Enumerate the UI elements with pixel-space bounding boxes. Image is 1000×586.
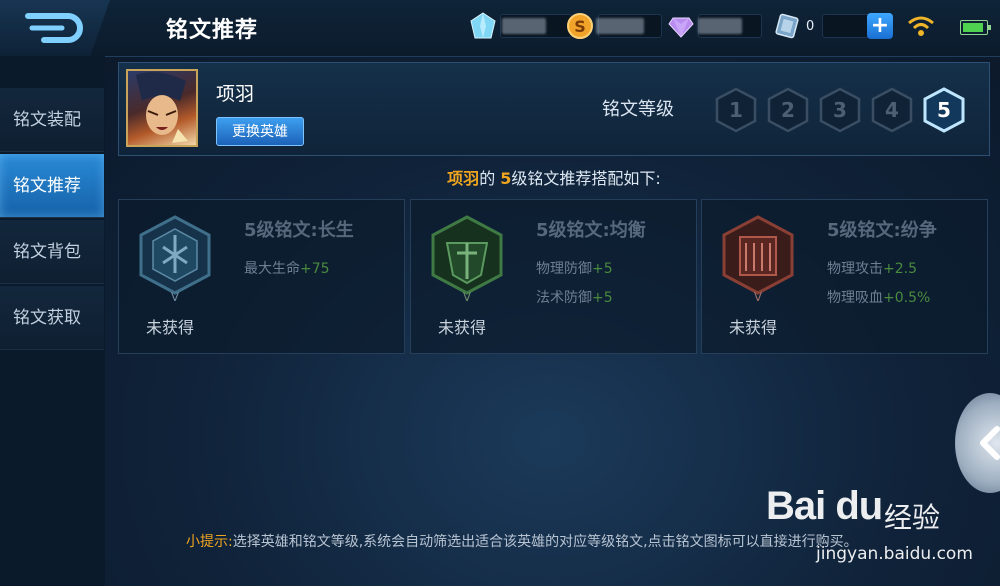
voucher-icon	[775, 13, 799, 39]
level-5-button[interactable]: 5	[922, 87, 966, 133]
svg-text:S: S	[574, 17, 586, 36]
recommend-level: 5	[500, 169, 512, 188]
hero-avatar[interactable]	[126, 69, 198, 147]
redacted-value	[698, 18, 742, 34]
hero-panel: 项羽 更换英雄 铭文等级 1 2 3 4 5	[118, 62, 990, 156]
inscription-emblem-icon[interactable]: V	[429, 213, 505, 303]
card-status: 未获得	[438, 318, 487, 337]
add-currency-button[interactable]: +	[867, 13, 893, 39]
gold-coin-icon: S	[567, 13, 593, 39]
hero-name: 项羽	[216, 83, 255, 105]
chevron-left-icon	[980, 426, 1000, 460]
card-attr: 法术防御+5	[536, 290, 613, 306]
wifi-icon	[908, 16, 934, 36]
card-status: 未获得	[146, 318, 195, 337]
level-2-button[interactable]: 2	[766, 87, 810, 133]
level-label: 铭文等级	[602, 99, 674, 120]
svg-text:V: V	[171, 290, 180, 303]
card-attr: 最大生命+75	[244, 261, 330, 277]
battery-icon	[960, 20, 991, 35]
back-button[interactable]	[0, 0, 110, 56]
inscription-emblem-icon[interactable]: V	[720, 213, 796, 303]
top-bar: 铭文推荐 S 0 +	[0, 0, 1000, 57]
hint-body: 选择英雄和铭文等级,系统会自动筛选出适合该英雄的对应等级铭文,点击铭文图标可以直…	[232, 534, 858, 550]
baidu-watermark: Bai du 经验 jingyan.baidu.com	[766, 478, 986, 578]
svg-text:V: V	[463, 290, 472, 303]
sidebar-item-bag[interactable]: 铭文背包	[0, 220, 104, 284]
page-title: 铭文推荐	[166, 18, 259, 43]
sidebar-item-equip[interactable]: 铭文装配	[0, 88, 104, 152]
watermark-logo: Bai du	[766, 484, 883, 528]
card-title: 5级铭文:长生	[244, 220, 354, 241]
back-arrow-icon	[25, 13, 83, 43]
diamond-icon	[668, 17, 694, 38]
redacted-value	[502, 18, 546, 34]
watermark-cn: 经验	[884, 501, 941, 534]
sidebar-item-recommend[interactable]: 铭文推荐	[0, 154, 104, 218]
change-hero-button[interactable]: 更换英雄	[216, 117, 304, 146]
card-title: 5级铭文:纷争	[827, 220, 937, 241]
hint-label: 小提示:	[186, 534, 233, 550]
redacted-value	[596, 18, 644, 34]
inscription-card-junheng[interactable]: V 5级铭文:均衡 物理防御+5 法术防御+5 未获得	[410, 199, 697, 354]
inscription-card-fenzheng[interactable]: V 5级铭文:纷争 物理攻击+2.5 物理吸血+0.5% 未获得	[701, 199, 988, 354]
card-title: 5级铭文:均衡	[536, 220, 646, 241]
watermark-url: jingyan.baidu.com	[816, 544, 973, 564]
recommend-hero-name: 项羽	[447, 169, 480, 188]
card-attr: 物理吸血+0.5%	[827, 290, 931, 306]
recommend-title: 项羽的 5级铭文推荐搭配如下:	[447, 169, 661, 188]
inscription-card-changsheng[interactable]: V 5级铭文:长生 最大生命+75 未获得	[118, 199, 405, 354]
card-attr: 物理防御+5	[536, 261, 613, 277]
svg-text:V: V	[754, 290, 763, 303]
sidebar: 铭文装配 铭文推荐 铭文背包 铭文获取	[0, 56, 105, 586]
voucher-value: 0	[806, 18, 815, 34]
level-1-button[interactable]: 1	[714, 87, 758, 133]
level-3-button[interactable]: 3	[818, 87, 862, 133]
inscription-emblem-icon[interactable]: V	[137, 213, 213, 303]
card-status: 未获得	[729, 318, 778, 337]
level-4-button[interactable]: 4	[870, 87, 914, 133]
card-attr: 物理攻击+2.5	[827, 261, 917, 277]
crystal-icon	[470, 12, 496, 39]
sidebar-item-obtain[interactable]: 铭文获取	[0, 286, 104, 350]
